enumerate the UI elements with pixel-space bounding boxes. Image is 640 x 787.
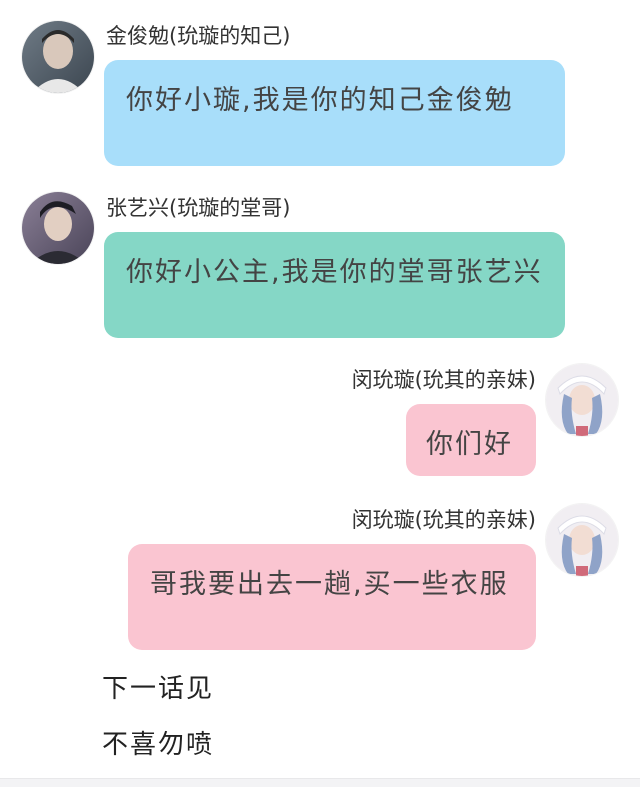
message-bubble[interactable]: 哥我要出去一趟,买一些衣服 [128, 544, 536, 650]
person-photo-icon [546, 364, 618, 436]
sender-name: 张艺兴(玧璇的堂哥) [106, 196, 291, 220]
message-text: 你们好 [426, 429, 513, 460]
avatar-zhang-yixing[interactable] [22, 192, 94, 264]
sender-name: 金俊勉(玧璇的知己) [106, 24, 291, 48]
avatar-min-yunxuan[interactable] [546, 504, 618, 576]
sender-name: 闵玧璇(玧其的亲妹) [351, 368, 536, 392]
message-text: 你好小公主,我是你的堂哥张艺兴 [126, 257, 543, 288]
sender-name: 闵玧璇(玧其的亲妹) [351, 508, 536, 532]
person-photo-icon [546, 504, 618, 576]
avatar-jin-junmian[interactable] [22, 21, 94, 93]
avatar-min-yunxuan[interactable] [546, 364, 618, 436]
message-bubble[interactable]: 你好小璇,我是你的知己金俊勉 [104, 60, 565, 166]
message-text: 哥我要出去一趟,买一些衣服 [150, 569, 509, 600]
footer-caption-note: 不喜勿喷 [102, 730, 215, 760]
person-photo-icon [22, 192, 94, 264]
message-bubble[interactable]: 你好小公主,我是你的堂哥张艺兴 [104, 232, 565, 338]
message-bubble[interactable]: 你们好 [406, 404, 536, 476]
person-photo-icon [22, 21, 94, 93]
footer-caption-next: 下一话见 [102, 674, 215, 704]
message-text: 你好小璇,我是你的知己金俊勉 [126, 85, 514, 116]
